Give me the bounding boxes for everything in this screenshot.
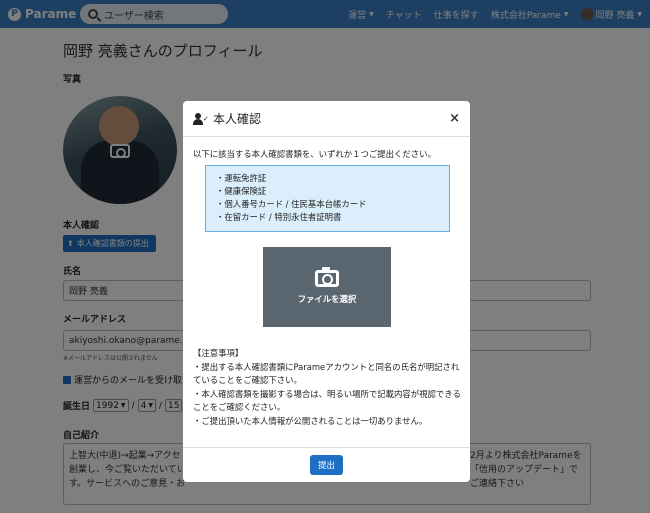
note-item: ・ご提出頂いた本人情報が公開されることは一切ありません。 [193, 415, 428, 426]
document-list: ・運転免許証 ・健康保険証 ・個人番号カード / 住民基本台帳カード ・在留カー… [205, 165, 450, 232]
list-item: ・健康保険証 [216, 186, 267, 196]
file-select-button[interactable]: ファイルを選択 [263, 247, 391, 327]
camera-icon [315, 266, 339, 287]
modal-header: ✓ 本人確認 × [183, 101, 470, 137]
list-item: ・個人番号カード / 住民基本台帳カード [216, 199, 367, 209]
close-icon[interactable]: × [449, 111, 460, 126]
submit-button[interactable]: 提出 [310, 455, 343, 475]
modal-title: 本人確認 [213, 112, 262, 126]
note-item: ・本人確認書類を撮影する場合は、明るい場所で記載内容が視認できることをご確認くだ… [193, 388, 461, 413]
modal-footer: 提出 [183, 447, 470, 482]
notes-title: 【注意事項】 [193, 348, 244, 358]
identity-modal: ✓ 本人確認 × 以下に該当する本人確認書類を、いずれか１つご提出ください。 ・… [183, 101, 470, 482]
list-item: ・在留カード / 特別永住者証明書 [216, 212, 342, 222]
user-check-icon: ✓ [193, 112, 209, 125]
note-item: ・提出する本人確認書類にParameアカウントと同名の氏名が明記されていることを… [193, 361, 460, 386]
modal-intro: 以下に該当する本人確認書類を、いずれか１つご提出ください。 [193, 149, 436, 159]
list-item: ・運転免許証 [216, 173, 267, 183]
modal-notes: 【注意事項】 ・提出する本人確認書類にParameアカウントと同名の氏名が明記さ… [193, 347, 463, 428]
file-select-label: ファイルを選択 [297, 293, 357, 304]
